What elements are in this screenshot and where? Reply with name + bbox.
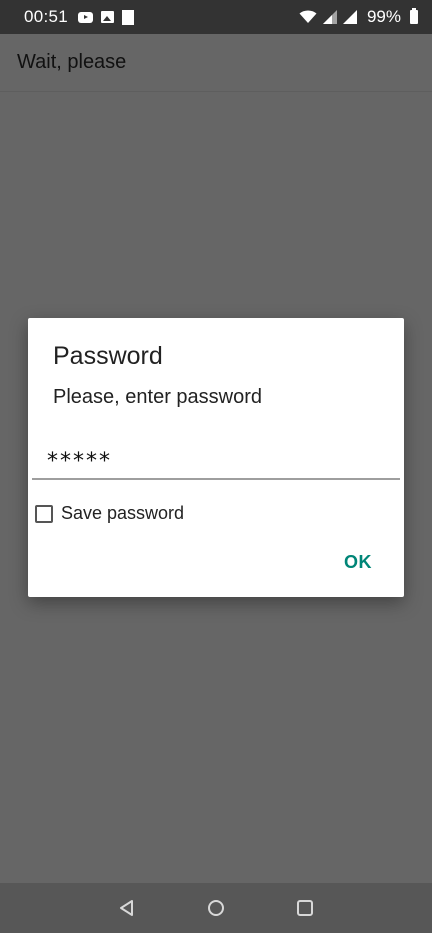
password-dialog: Password Please, enter password Save pas… xyxy=(28,318,404,597)
save-password-checkbox[interactable] xyxy=(35,504,53,523)
screen: 00:51 99% Wait, please Password Please, … xyxy=(0,0,432,933)
app-title: Wait, please xyxy=(17,51,127,73)
cell-signal-icon xyxy=(342,10,357,24)
youtube-icon xyxy=(78,11,94,23)
square-icon xyxy=(122,9,135,25)
status-bar: 00:51 99% xyxy=(0,0,432,34)
image-icon xyxy=(101,11,115,23)
dialog-message: Please, enter password xyxy=(53,386,263,408)
system-icons: 99% xyxy=(299,7,418,27)
recents-icon[interactable] xyxy=(295,898,315,918)
notification-icons xyxy=(78,9,135,25)
wifi-icon xyxy=(299,10,317,23)
back-icon[interactable] xyxy=(117,898,137,918)
navigation-bar xyxy=(0,883,432,933)
home-icon[interactable] xyxy=(206,898,226,918)
status-time: 00:51 xyxy=(24,7,69,26)
battery-icon xyxy=(410,8,418,24)
dialog-title: Password xyxy=(53,342,163,370)
ok-button[interactable]: OK xyxy=(344,552,372,573)
save-password-checkbox-row[interactable]: Save password xyxy=(35,503,184,524)
battery-percent: 99% xyxy=(366,7,401,26)
cell-signal-icon xyxy=(322,10,337,24)
save-password-label[interactable]: Save password xyxy=(61,503,184,524)
password-input[interactable] xyxy=(32,438,400,480)
app-bar: Wait, please xyxy=(0,34,432,92)
